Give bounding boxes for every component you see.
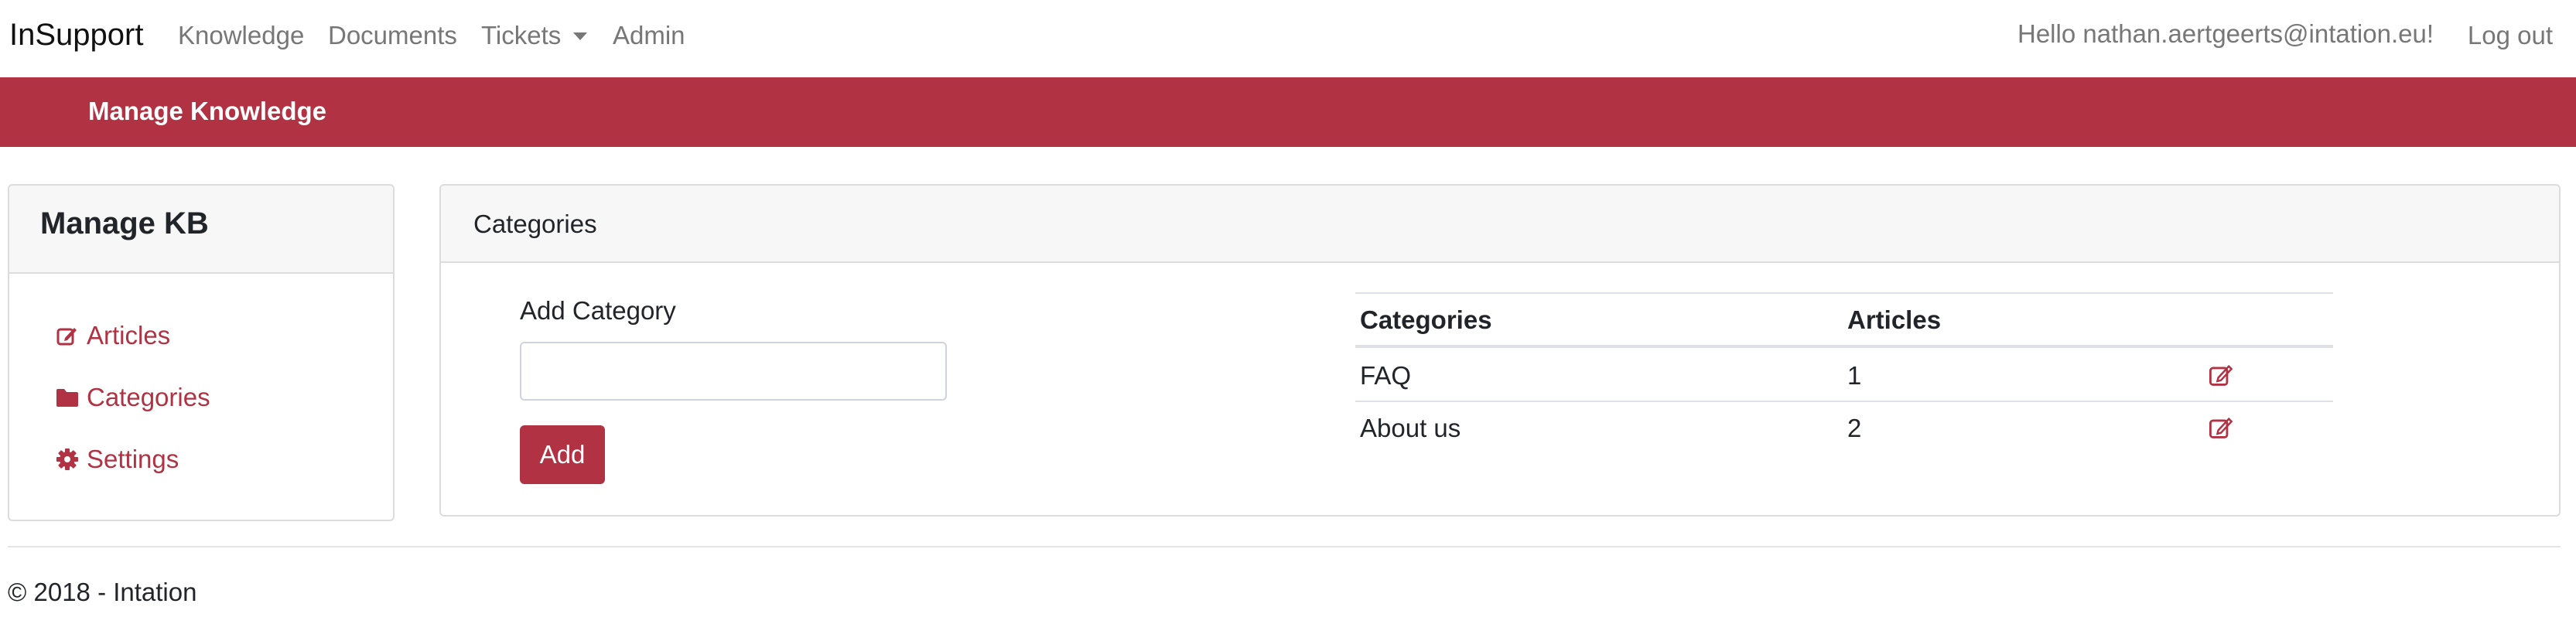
sidebar-title: Manage KB	[40, 206, 209, 240]
user-greeting[interactable]: Hello nathan.aertgeerts@intation.eu!	[2017, 19, 2434, 49]
caret-down-icon	[573, 32, 588, 40]
sidebar-item-categories[interactable]: Categories	[54, 382, 210, 413]
page-title: Manage Knowledge	[88, 97, 327, 125]
nav-dropdown-tickets[interactable]: Tickets	[481, 20, 588, 51]
table-cell-articles: 2	[1847, 414, 1862, 442]
gear-icon	[54, 446, 80, 472]
top-navbar: InSupport Knowledge Documents Tickets Ad…	[0, 0, 2576, 77]
table-row-divider	[1355, 401, 2333, 402]
sidebar-item-articles[interactable]: Articles	[54, 320, 170, 351]
card-title: Categories	[473, 210, 597, 238]
logout-link[interactable]: Log out	[2468, 20, 2553, 51]
table-cell-category: About us	[1360, 414, 1461, 442]
sidebar-item-label: Settings	[87, 445, 179, 473]
sidebar-item-settings[interactable]: Settings	[54, 444, 179, 475]
brand-logo[interactable]: InSupport	[9, 15, 143, 54]
edit-icon	[54, 322, 80, 349]
column-header-categories: Categories	[1360, 305, 1492, 334]
add-category-input[interactable]	[520, 342, 947, 401]
sidebar-item-label: Categories	[87, 383, 210, 411]
nav-link-admin[interactable]: Admin	[613, 20, 685, 51]
nav-link-knowledge[interactable]: Knowledge	[178, 20, 304, 51]
footer-divider	[8, 546, 2561, 547]
edit-icon[interactable]	[2208, 414, 2234, 441]
column-header-articles: Articles	[1847, 305, 1942, 334]
edit-icon[interactable]	[2208, 362, 2234, 388]
nav-tickets-label: Tickets	[481, 21, 562, 49]
table-header-border	[1355, 345, 2333, 348]
add-category-button[interactable]: Add	[520, 425, 605, 484]
sidebar-item-label: Articles	[87, 321, 171, 350]
page-banner: Manage Knowledge	[0, 77, 2576, 147]
footer-copyright: © 2018 - Intation	[8, 578, 197, 606]
add-category-label: Add Category	[520, 296, 676, 325]
folder-icon	[54, 384, 80, 411]
nav-link-documents[interactable]: Documents	[328, 20, 457, 51]
categories-card-header: Categories	[441, 186, 2559, 263]
table-cell-articles: 1	[1847, 361, 1862, 390]
table-cell-category: FAQ	[1360, 361, 1412, 390]
table-top-border	[1355, 292, 2333, 294]
